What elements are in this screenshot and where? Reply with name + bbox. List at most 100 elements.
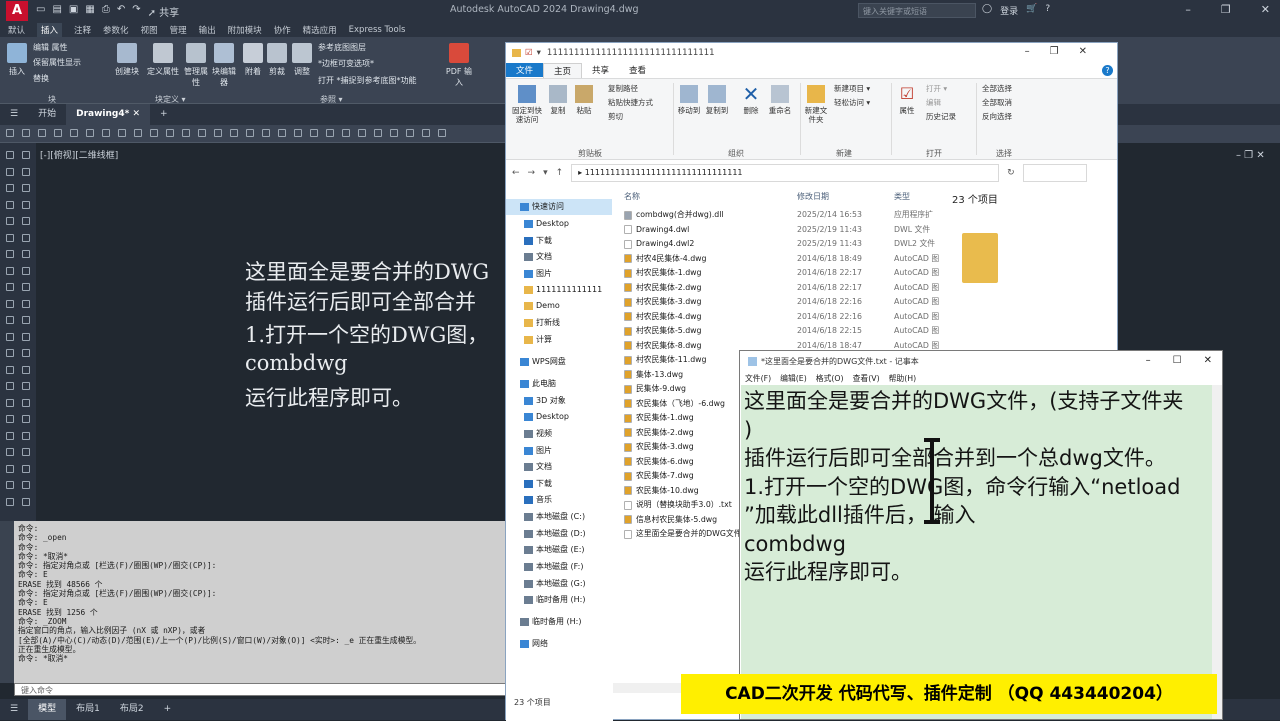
manage-attribute-button[interactable]: 管理属性	[182, 43, 210, 88]
nav-item[interactable]: Desktop	[506, 216, 612, 232]
nav-item[interactable]: 本地磁盘 (F:)	[506, 559, 612, 575]
tab-home[interactable]: 主页	[543, 62, 583, 78]
viewport-controls[interactable]: [-][俯视][二维线框]	[40, 148, 118, 161]
command-window-handle[interactable]	[0, 521, 14, 683]
ribbon-tab[interactable]: 参数化	[103, 24, 129, 36]
file-row[interactable]: Drawing4.dwl 2025/2/19 11:43 DWL 文件	[621, 223, 944, 238]
ribbon-tab[interactable]: 管理	[170, 24, 187, 36]
select-all-button[interactable]: 全部选择	[982, 83, 1012, 94]
toolbar-tool-icon[interactable]	[22, 129, 30, 137]
delete-button[interactable]: ✕ 删除	[740, 84, 762, 115]
draw-tool-icon[interactable]	[6, 250, 14, 258]
toolbar-tool-icon[interactable]	[342, 129, 350, 137]
nav-item[interactable]: 本地磁盘 (E:)	[506, 542, 612, 558]
draw-tool-icon[interactable]	[6, 266, 14, 275]
address-bar[interactable]: ▸ 1111111111111111111111111111111	[571, 164, 1000, 182]
draw-tool-icon[interactable]	[22, 299, 30, 308]
draw-tool-icon[interactable]	[22, 151, 30, 159]
ribbon-tab[interactable]: 插入	[37, 22, 63, 37]
draw-tool-icon[interactable]	[22, 332, 30, 341]
nav-item[interactable]: 下载	[506, 476, 612, 492]
toolbar-tool-icon[interactable]	[390, 129, 398, 137]
file-row[interactable]: 村农民集体-1.dwg 2014/6/18 22:17 AutoCAD 图	[621, 266, 944, 281]
vertical-scrollbar[interactable]	[1212, 385, 1222, 719]
pin-quick-access-button[interactable]: 固定到快速访问	[510, 85, 544, 124]
toolbar-tool-icon[interactable]	[54, 129, 62, 137]
frames-vary-dropdown[interactable]: *边框可变选项*	[318, 58, 374, 69]
file-row[interactable]: 村农民集体-4.dwg 2014/6/18 22:16 AutoCAD 图	[621, 310, 944, 325]
draw-tool-icon[interactable]	[22, 233, 30, 242]
draw-tool-icon[interactable]	[6, 200, 14, 209]
nav-item[interactable]: 本地磁盘 (G:)	[506, 576, 612, 592]
toolbar-tool-icon[interactable]	[6, 129, 14, 137]
draw-tool-icon[interactable]	[22, 184, 30, 192]
refresh-icon[interactable]: ↻	[1007, 168, 1015, 178]
draw-tool-icon[interactable]	[22, 382, 30, 390]
column-header-date[interactable]: 修改日期	[797, 191, 829, 202]
draw-tool-icon[interactable]	[22, 217, 30, 225]
ribbon-tab[interactable]: 精选应用	[303, 24, 337, 36]
draw-tool-icon[interactable]	[6, 382, 14, 390]
properties-button[interactable]: ☑ 属性	[896, 85, 918, 116]
paste-shortcut-button[interactable]: 粘贴快捷方式	[608, 97, 653, 108]
toolbar-tool-icon[interactable]	[70, 129, 78, 137]
toolbar-tool-icon[interactable]	[182, 129, 190, 137]
ribbon-tab[interactable]: 默认	[8, 24, 25, 36]
nav-item[interactable]: 临时备用 (H:)	[506, 592, 612, 608]
login-button[interactable]: 登录	[1000, 4, 1018, 17]
file-row[interactable]: 村农4民集体-4.dwg 2014/6/18 18:49 AutoCAD 图	[621, 252, 944, 267]
new-file-icon[interactable]: ▭	[36, 4, 45, 19]
nav-item[interactable]: 图片	[506, 266, 612, 282]
draw-tool-icon[interactable]	[6, 332, 14, 341]
toolbar-tool-icon[interactable]	[102, 129, 110, 137]
notepad-menu-item[interactable]: 编辑(E)	[780, 373, 807, 384]
tab-share[interactable]: 共享	[582, 63, 619, 77]
nav-item[interactable]: 图片	[506, 443, 612, 459]
draw-tool-icon[interactable]	[6, 497, 14, 506]
nav-item[interactable]: 文档	[506, 459, 612, 475]
nav-item[interactable]: 打新线	[506, 315, 612, 331]
explorer-search-input[interactable]	[1022, 164, 1087, 182]
move-to-button[interactable]: 移动到	[676, 85, 702, 115]
properties-icon[interactable]: ☑	[525, 48, 533, 58]
draw-tool-icon[interactable]	[6, 365, 14, 374]
copy-to-button[interactable]: 复制到	[704, 85, 730, 115]
draw-tool-icon[interactable]	[6, 151, 14, 159]
toolbar-tool-icon[interactable]	[246, 129, 254, 137]
toolbar-tool-icon[interactable]	[358, 129, 366, 137]
draw-tool-icon[interactable]	[6, 415, 14, 423]
tab-start[interactable]: 开始	[28, 104, 66, 125]
undo-icon[interactable]: ↶	[117, 4, 125, 19]
draw-tool-icon[interactable]	[22, 283, 30, 291]
edit-attribute-button[interactable]: 编辑 属性	[33, 42, 68, 53]
close-tab-icon[interactable]: ✕	[132, 109, 140, 119]
notepad-text-area[interactable]: 这里面全是要合并的DWG文件，(支持子文件夹) 插件运行后即可全部合并到一个总dw…	[741, 385, 1213, 719]
column-header-name[interactable]: 名称	[624, 191, 640, 202]
draw-tool-icon[interactable]	[22, 398, 30, 407]
tab-model[interactable]: 模型	[28, 699, 67, 720]
maximize-button[interactable]: ☐	[1173, 355, 1182, 366]
tab-layout1[interactable]: 布局1	[66, 699, 110, 720]
toolbar-tool-icon[interactable]	[326, 129, 334, 137]
nav-item[interactable]: 3D 对象	[506, 393, 612, 409]
new-tab-button[interactable]: +	[150, 104, 178, 125]
nav-item[interactable]: Demo	[506, 298, 612, 314]
draw-tool-icon[interactable]	[22, 497, 30, 506]
draw-tool-icon[interactable]	[6, 167, 14, 176]
ribbon-tab[interactable]: 视图	[141, 24, 158, 36]
file-row[interactable]: Drawing4.dwl2 2025/2/19 11:43 DWL2 文件	[621, 237, 944, 252]
notepad-menu-item[interactable]: 查看(V)	[853, 373, 880, 384]
draw-tool-icon[interactable]	[6, 464, 14, 473]
toolbar-tool-icon[interactable]	[262, 129, 270, 137]
file-row[interactable]: 村农民集体-2.dwg 2014/6/18 22:17 AutoCAD 图	[621, 281, 944, 296]
nav-item[interactable]: Desktop	[506, 409, 612, 425]
tab-file[interactable]: 文件	[506, 63, 544, 77]
file-row[interactable]: 村农民集体-5.dwg 2014/6/18 22:15 AutoCAD 图	[621, 324, 944, 339]
cad-text-line[interactable]: combdwg	[245, 351, 348, 375]
block-editor-button[interactable]: 块编辑器	[210, 43, 238, 88]
draw-tool-icon[interactable]	[6, 398, 14, 407]
notepad-menu-item[interactable]: 帮助(H)	[889, 373, 917, 384]
cad-text-line[interactable]: 运行此程序即可。	[245, 382, 413, 412]
nav-item[interactable]: WPS网盘	[506, 354, 612, 370]
search-input[interactable]: 键入关键字或短语	[858, 3, 976, 18]
